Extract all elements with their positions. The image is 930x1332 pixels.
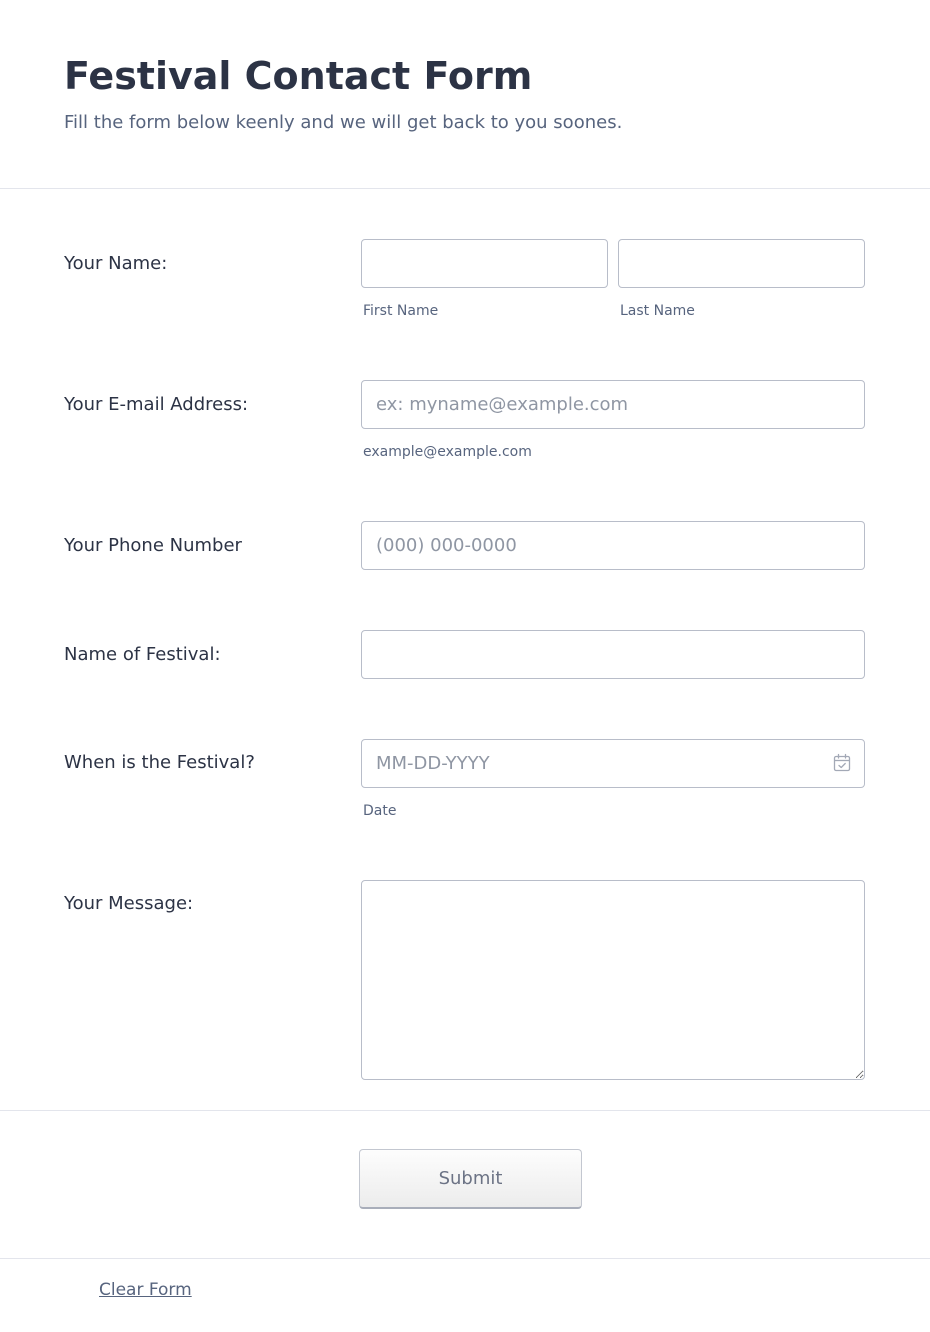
festival-name-input[interactable] xyxy=(361,630,865,679)
submit-button[interactable]: Submit xyxy=(359,1149,582,1209)
last-name-input[interactable] xyxy=(618,239,865,288)
email-label: Your E-mail Address: xyxy=(64,394,249,415)
clear-form-link[interactable]: Clear Form xyxy=(99,1278,192,1302)
festival-name-label: Name of Festival: xyxy=(64,644,221,665)
divider xyxy=(0,1110,930,1111)
first-name-input[interactable] xyxy=(361,239,608,288)
phone-input[interactable] xyxy=(361,521,865,570)
divider xyxy=(0,1258,930,1259)
email-input[interactable] xyxy=(361,380,865,429)
first-name-sublabel: First Name xyxy=(363,303,439,319)
festival-date-input[interactable] xyxy=(361,739,865,788)
form-header: Festival Contact Form Fill the form belo… xyxy=(0,0,930,189)
message-textarea[interactable] xyxy=(361,880,865,1080)
calendar-icon[interactable] xyxy=(832,753,852,773)
festival-date-label: When is the Festival? xyxy=(64,752,255,773)
message-label: Your Message: xyxy=(64,893,194,914)
last-name-sublabel: Last Name xyxy=(620,303,695,319)
date-sublabel: Date xyxy=(363,803,397,819)
phone-label: Your Phone Number xyxy=(64,535,242,556)
email-sublabel: example@example.com xyxy=(363,444,532,460)
name-label: Your Name: xyxy=(64,253,168,274)
page-title: Festival Contact Form xyxy=(64,54,533,98)
page-subtitle: Fill the form below keenly and we will g… xyxy=(64,112,623,133)
